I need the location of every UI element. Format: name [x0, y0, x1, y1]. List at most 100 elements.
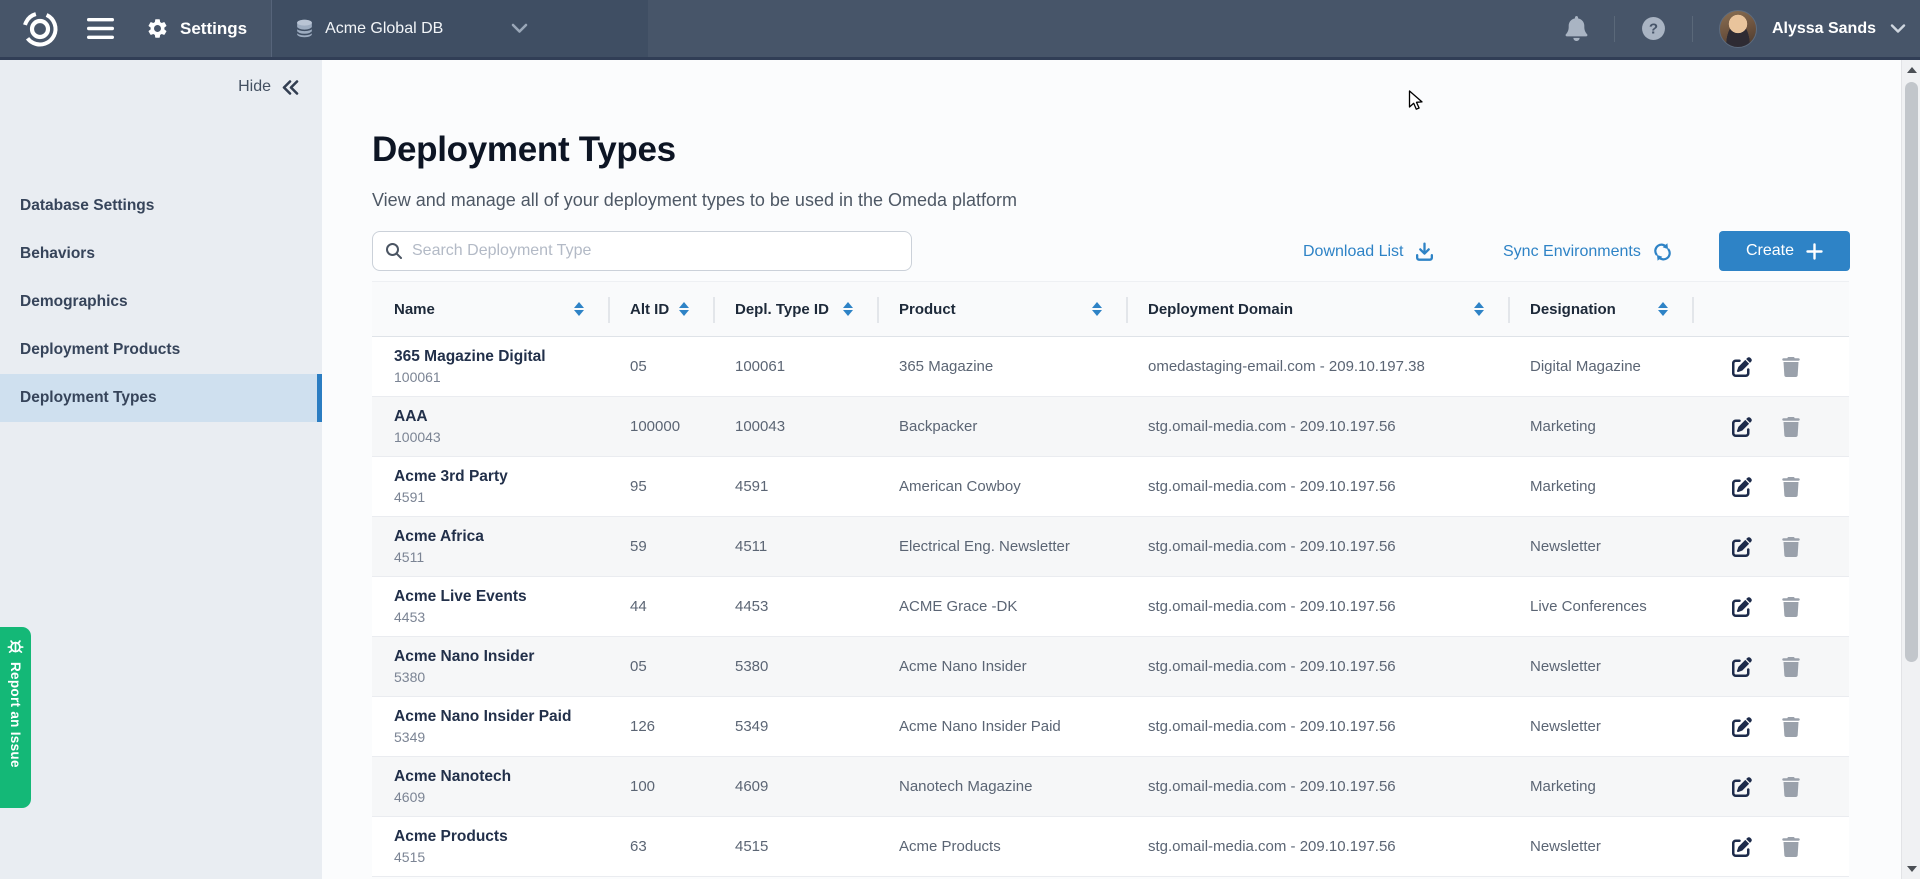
- svg-text:?: ?: [1649, 21, 1658, 38]
- user-avatar[interactable]: [1719, 10, 1757, 48]
- column-label: Designation: [1530, 301, 1616, 318]
- scrollbar-thumb[interactable]: [1905, 82, 1918, 662]
- database-selector[interactable]: Acme Global DB: [271, 0, 648, 57]
- column-header-name[interactable]: Name: [372, 282, 608, 336]
- edit-button[interactable]: [1732, 357, 1752, 377]
- column-header-depl-type-id[interactable]: Depl. Type ID: [713, 282, 877, 336]
- delete-button[interactable]: [1782, 417, 1800, 437]
- cell-depl-type-id: 100061: [713, 358, 877, 375]
- sync-environments-button[interactable]: Sync Environments: [1503, 241, 1674, 263]
- cell-name: Acme Live Events4453: [372, 588, 608, 625]
- deployment-type-id: 4609: [394, 789, 608, 805]
- sidebar-item-database-settings[interactable]: Database Settings: [0, 182, 322, 230]
- table-row: Acme Nano Insider Paid53491265349Acme Na…: [372, 697, 1849, 757]
- cell-designation: Marketing: [1508, 778, 1692, 795]
- sort-icon[interactable]: [1092, 302, 1102, 317]
- column-header-product[interactable]: Product: [877, 282, 1126, 336]
- sidebar-item-behaviors[interactable]: Behaviors: [0, 230, 322, 278]
- table-row: Acme Products4515634515Acme Productsstg.…: [372, 817, 1849, 877]
- cell-depl-type-id: 100043: [713, 418, 877, 435]
- column-header-alt-id[interactable]: Alt ID: [608, 282, 713, 336]
- create-button[interactable]: Create: [1719, 231, 1850, 271]
- cell-actions: [1692, 357, 1849, 377]
- column-label: Name: [394, 301, 435, 318]
- table-row: Acme Nanotech46091004609Nanotech Magazin…: [372, 757, 1849, 817]
- cell-product: Backpacker: [877, 418, 1126, 435]
- cell-alt-id: 05: [608, 658, 713, 675]
- edit-button[interactable]: [1732, 777, 1752, 797]
- vertical-scrollbar: [1901, 60, 1920, 879]
- cell-designation: Newsletter: [1508, 838, 1692, 855]
- cell-depl-type-id: 4591: [713, 478, 877, 495]
- column-header-designation[interactable]: Designation: [1508, 282, 1692, 336]
- report-an-issue-tab[interactable]: Report an Issue: [0, 627, 31, 808]
- user-menu-chevron-icon[interactable]: [1890, 24, 1906, 34]
- edit-button[interactable]: [1732, 837, 1752, 857]
- cell-deployment-domain: stg.omail-media.com - 209.10.197.56: [1126, 418, 1508, 435]
- search-input[interactable]: [412, 242, 899, 260]
- deployment-type-name: Acme Nanotech: [394, 768, 608, 786]
- cell-actions: [1692, 417, 1849, 437]
- navbar-divider: [1692, 16, 1693, 42]
- cell-designation: Marketing: [1508, 418, 1692, 435]
- sort-icon[interactable]: [843, 302, 853, 317]
- edit-button[interactable]: [1732, 717, 1752, 737]
- help-icon[interactable]: ?: [1641, 16, 1666, 41]
- table-row: Acme Africa4511594511Electrical Eng. New…: [372, 517, 1849, 577]
- delete-button[interactable]: [1782, 717, 1800, 737]
- deployment-type-name: Acme Africa: [394, 528, 608, 546]
- delete-button[interactable]: [1782, 777, 1800, 797]
- delete-button[interactable]: [1782, 597, 1800, 617]
- edit-button[interactable]: [1732, 597, 1752, 617]
- cell-designation: Newsletter: [1508, 538, 1692, 555]
- delete-button[interactable]: [1782, 537, 1800, 557]
- cell-depl-type-id: 5380: [713, 658, 877, 675]
- delete-button[interactable]: [1782, 477, 1800, 497]
- sidebar-item-deployment-types[interactable]: Deployment Types: [0, 374, 322, 422]
- cell-depl-type-id: 4453: [713, 598, 877, 615]
- nav-settings-label: Settings: [180, 19, 247, 39]
- cell-product: American Cowboy: [877, 478, 1126, 495]
- delete-button[interactable]: [1782, 357, 1800, 377]
- deployment-type-name: Acme Products: [394, 828, 608, 846]
- sort-icon[interactable]: [1658, 302, 1668, 317]
- cell-designation: Newsletter: [1508, 658, 1692, 675]
- cell-alt-id: 44: [608, 598, 713, 615]
- table-row: Acme Nano Insider5380055380Acme Nano Ins…: [372, 637, 1849, 697]
- delete-button[interactable]: [1782, 657, 1800, 677]
- cell-actions: [1692, 837, 1849, 857]
- scrollbar-up-button[interactable]: [1902, 60, 1920, 80]
- sort-icon[interactable]: [679, 302, 689, 317]
- column-header-deployment-domain[interactable]: Deployment Domain: [1126, 282, 1508, 336]
- nav-settings[interactable]: Settings: [146, 17, 247, 40]
- page-subtitle: View and manage all of your deployment t…: [372, 190, 1017, 211]
- scrollbar-down-button[interactable]: [1902, 859, 1920, 879]
- hamburger-menu-icon[interactable]: [87, 18, 114, 39]
- sidebar-item-demographics[interactable]: Demographics: [0, 278, 322, 326]
- table-row: Acme Live Events4453444453ACME Grace -DK…: [372, 577, 1849, 637]
- download-list-button[interactable]: Download List: [1303, 241, 1435, 262]
- deployment-type-id: 100061: [394, 369, 608, 385]
- delete-button[interactable]: [1782, 837, 1800, 857]
- deployment-type-id: 4515: [394, 849, 608, 865]
- sort-icon[interactable]: [1474, 302, 1484, 317]
- sidebar-item-deployment-products[interactable]: Deployment Products: [0, 326, 322, 374]
- edit-button[interactable]: [1732, 657, 1752, 677]
- sync-icon: [1651, 241, 1674, 263]
- cell-deployment-domain: stg.omail-media.com - 209.10.197.56: [1126, 718, 1508, 735]
- omeda-logo-icon[interactable]: [20, 9, 60, 49]
- edit-button[interactable]: [1732, 477, 1752, 497]
- sort-icon[interactable]: [574, 302, 584, 317]
- report-an-issue-label: Report an Issue: [8, 662, 23, 768]
- cell-alt-id: 59: [608, 538, 713, 555]
- cell-depl-type-id: 4511: [713, 538, 877, 555]
- cell-actions: [1692, 777, 1849, 797]
- cell-deployment-domain: stg.omail-media.com - 209.10.197.56: [1126, 478, 1508, 495]
- sidebar-hide-button[interactable]: Hide: [238, 78, 300, 96]
- edit-button[interactable]: [1732, 537, 1752, 557]
- cell-name: Acme Nano Insider5380: [372, 648, 608, 685]
- database-icon: [294, 18, 315, 39]
- notifications-bell-icon[interactable]: [1565, 16, 1588, 41]
- edit-button[interactable]: [1732, 417, 1752, 437]
- cell-product: Acme Products: [877, 838, 1126, 855]
